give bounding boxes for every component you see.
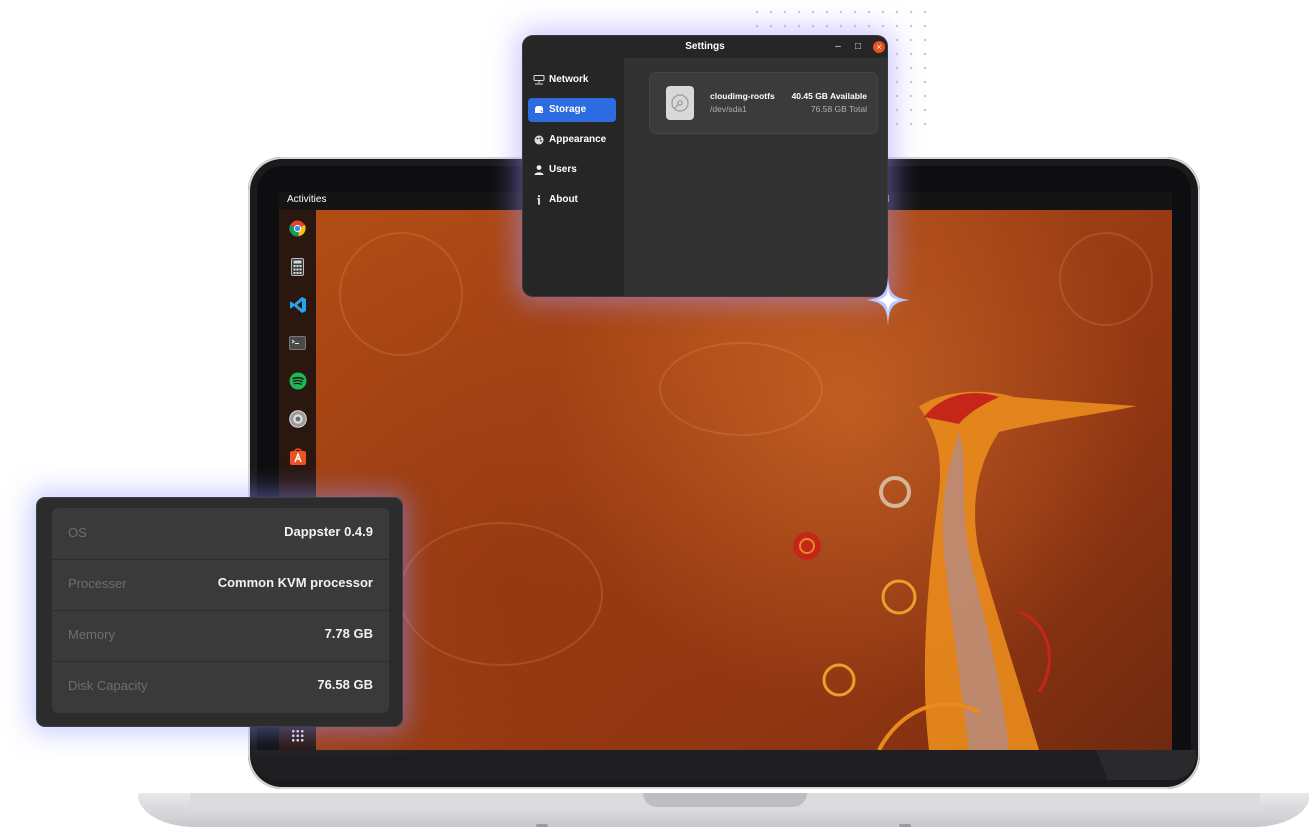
sidebar-item-label: Storage bbox=[549, 104, 587, 115]
sidebar-item-label: Network bbox=[549, 74, 589, 85]
laptop-foot bbox=[899, 824, 911, 827]
system-info-list: OS Dappster 0.4.9 Processer Common KVM p… bbox=[52, 508, 389, 713]
disk-name: cloudimg-rootfs bbox=[710, 91, 775, 101]
close-button[interactable]: × bbox=[873, 41, 885, 53]
activities-button[interactable]: Activities bbox=[287, 194, 326, 205]
info-value: Common KVM processor bbox=[217, 575, 373, 590]
settings-window: Settings – □ × Network Storage Appearanc… bbox=[523, 36, 887, 296]
sidebar-item-storage[interactable]: Storage bbox=[528, 98, 616, 122]
user-icon bbox=[534, 165, 544, 175]
app-grid-icon[interactable] bbox=[291, 729, 304, 742]
sidebar-item-users[interactable]: Users bbox=[528, 158, 616, 182]
info-value: 76.58 GB bbox=[317, 677, 373, 692]
laptop-bezel bbox=[252, 750, 1112, 780]
info-row-processor: Processer Common KVM processor bbox=[52, 559, 389, 611]
info-icon bbox=[537, 195, 541, 205]
sidebar-item-label: About bbox=[549, 194, 578, 205]
disk-device: /dev/sda1 bbox=[710, 104, 747, 114]
disk-total: 76.58 GB Total bbox=[810, 104, 867, 114]
settings-icon[interactable] bbox=[288, 409, 307, 428]
network-icon bbox=[533, 75, 545, 85]
info-key: Processer bbox=[68, 576, 127, 591]
info-row-disk-capacity: Disk Capacity 76.58 GB bbox=[52, 661, 389, 712]
settings-sidebar: Network Storage Appearance Users About bbox=[523, 58, 624, 296]
terminal-icon[interactable] bbox=[288, 333, 307, 352]
info-value: 7.78 GB bbox=[324, 626, 373, 641]
storage-icon bbox=[535, 106, 543, 113]
laptop-bezel-right bbox=[1096, 750, 1196, 780]
sidebar-item-network[interactable]: Network bbox=[528, 68, 616, 92]
disk-card[interactable]: cloudimg-rootfs /dev/sda1 40.45 GB Avail… bbox=[650, 73, 877, 133]
calculator-icon[interactable] bbox=[288, 257, 307, 276]
appearance-icon bbox=[534, 135, 544, 145]
vscode-icon[interactable] bbox=[288, 295, 307, 314]
sidebar-item-label: Users bbox=[549, 164, 577, 175]
info-value: Dappster 0.4.9 bbox=[284, 524, 373, 539]
laptop-notch bbox=[643, 793, 807, 807]
info-row-os: OS Dappster 0.4.9 bbox=[52, 508, 389, 560]
info-row-memory: Memory 7.78 GB bbox=[52, 610, 389, 662]
settings-title: Settings bbox=[685, 41, 725, 52]
spotify-icon[interactable] bbox=[288, 371, 307, 390]
sparkle-icon bbox=[866, 276, 910, 326]
chrome-icon[interactable] bbox=[288, 219, 307, 238]
system-info-panel: OS Dappster 0.4.9 Processer Common KVM p… bbox=[37, 498, 402, 726]
laptop-foot bbox=[536, 824, 548, 827]
maximize-button[interactable]: □ bbox=[851, 36, 865, 58]
minimize-button[interactable]: – bbox=[831, 36, 845, 58]
info-key: Disk Capacity bbox=[68, 678, 148, 693]
app-store-icon[interactable] bbox=[288, 447, 307, 466]
info-key: Memory bbox=[68, 627, 115, 642]
disk-available: 40.45 GB Available bbox=[791, 91, 867, 101]
sidebar-item-label: Appearance bbox=[549, 134, 607, 145]
sidebar-item-about[interactable]: About bbox=[528, 188, 616, 212]
settings-content: cloudimg-rootfs /dev/sda1 40.45 GB Avail… bbox=[624, 58, 887, 296]
info-key: OS bbox=[68, 525, 87, 540]
hard-disk-icon bbox=[666, 86, 694, 120]
sidebar-item-appearance[interactable]: Appearance bbox=[528, 128, 616, 152]
